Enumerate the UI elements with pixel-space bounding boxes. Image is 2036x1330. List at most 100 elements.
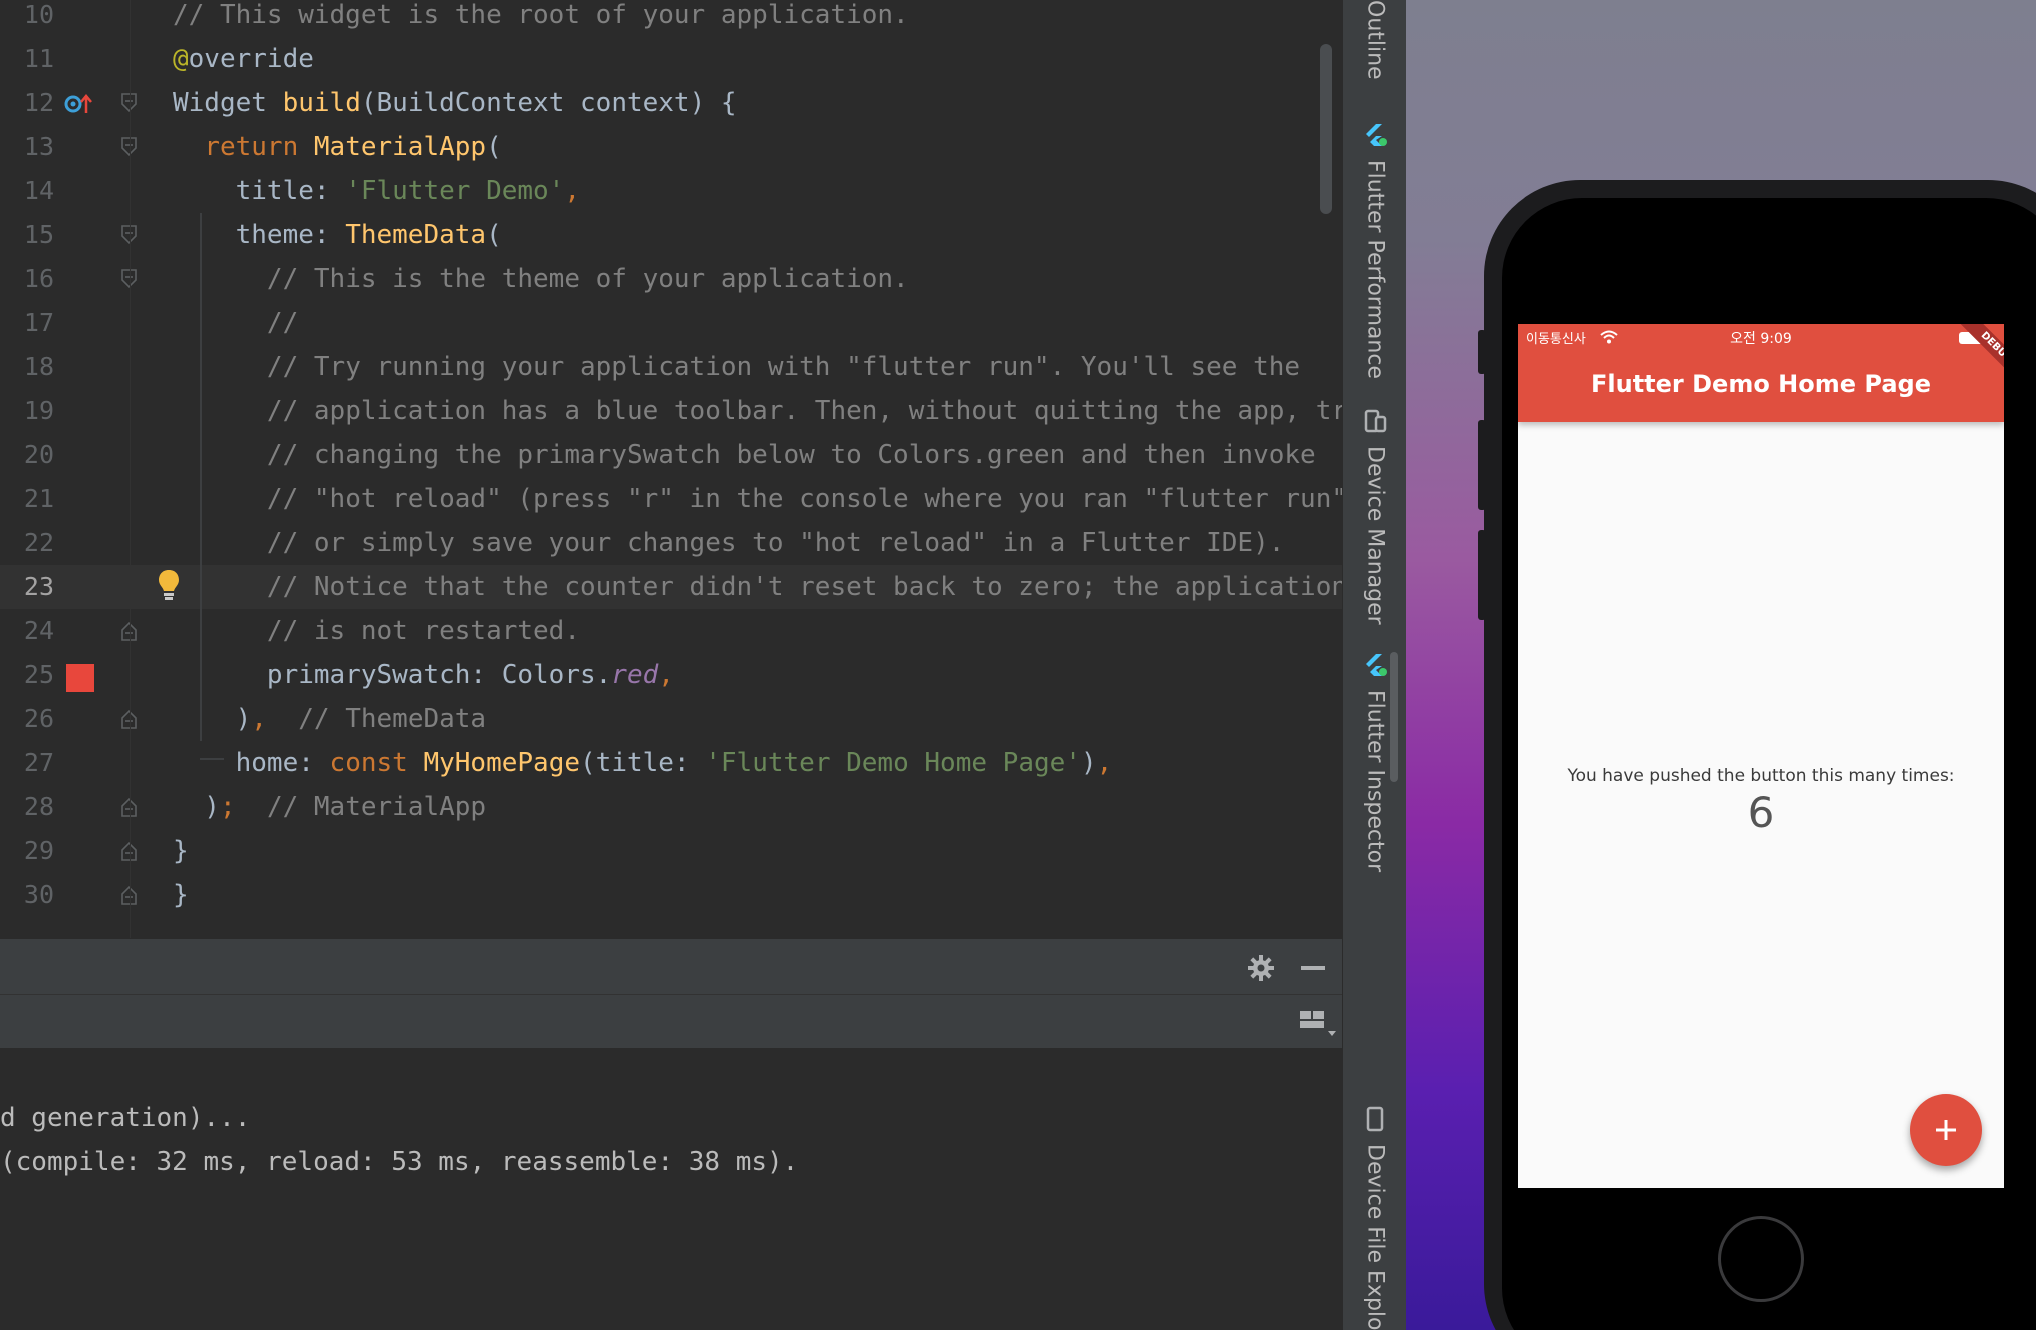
code-text: home: const MyHomePage(title: 'Flutter D… (173, 741, 1113, 785)
code-token: MyHomePage (423, 748, 581, 778)
code-token: , (251, 704, 267, 734)
code-token: (BuildContext context) { (360, 88, 737, 118)
counter-value: 6 (1747, 788, 1775, 837)
code-token: // is not restarted. (266, 616, 580, 646)
code-token: MaterialApp (313, 132, 487, 162)
editor-scrollbar[interactable] (1320, 44, 1332, 214)
console-output[interactable]: d generation)... (compile: 32 ms, reload… (0, 1048, 1342, 1330)
code-token: 'Flutter Demo Home Page' (705, 748, 1081, 778)
line-number: 19 (23, 396, 54, 425)
code-token: // "hot reload" (press "r" in the consol… (266, 484, 1342, 514)
code-line[interactable]: 29} (0, 829, 1342, 873)
tool-tab-flutter-performance[interactable]: Flutter Performance (1343, 122, 1407, 379)
line-number: 24 (23, 616, 54, 645)
fold-marker-icon[interactable] (120, 884, 138, 906)
fold-marker-icon[interactable] (120, 708, 138, 730)
code-token: primarySwatch: Colors. (173, 660, 612, 690)
line-number: 17 (23, 308, 54, 337)
home-button[interactable] (1718, 1216, 1804, 1302)
app-screen: 이동통신사 오전 9:09 Flutter Demo Home Page DEB… (1518, 324, 2004, 1188)
fold-marker-icon[interactable] (120, 840, 138, 862)
code-text: // changing the primarySwatch below to C… (173, 433, 1316, 477)
code-token: (title: (580, 748, 706, 778)
gutter-divider (130, 0, 131, 938)
code-text: title: 'Flutter Demo', (173, 169, 580, 213)
fold-marker-icon[interactable] (120, 620, 138, 642)
tool-tab-label: Device Manager (1362, 446, 1388, 625)
tool-strip-scrollbar[interactable] (1390, 652, 1398, 782)
code-text: // Notice that the counter didn't reset … (173, 565, 1342, 609)
code-text: } (173, 829, 189, 873)
lightbulb-icon[interactable] (157, 568, 181, 602)
code-text: ); // MaterialApp (173, 785, 486, 829)
line-number: 14 (23, 176, 54, 205)
code-text: // (173, 301, 298, 345)
code-token: ( (486, 220, 502, 250)
code-text: @override (173, 37, 314, 81)
tool-tab-outline[interactable]: Outline (1343, 0, 1407, 80)
code-token: // changing the primarySwatch below to C… (266, 440, 1316, 470)
code-text: ), // ThemeData (173, 697, 486, 741)
code-token: ; (219, 792, 236, 822)
code-token: // Try running your application with "fl… (266, 352, 1301, 382)
fold-marker-icon[interactable] (120, 224, 138, 246)
color-swatch-icon[interactable] (66, 664, 94, 692)
code-token: 'Flutter Demo' (345, 176, 565, 206)
code-text: // or simply save your changes to "hot r… (173, 521, 1284, 565)
code-token: @ (173, 44, 189, 74)
fold-marker-icon[interactable] (120, 92, 138, 114)
code-token: // Notice that the counter didn't reset … (266, 572, 1342, 602)
tool-window-header (0, 938, 1342, 994)
code-line[interactable]: 28 ); // MaterialApp (0, 785, 1342, 829)
fold-marker-icon[interactable] (120, 136, 138, 158)
code-text: // This widget is the root of your appli… (173, 0, 909, 37)
code-token: // application has a blue toolbar. Then,… (266, 396, 1342, 426)
line-number: 16 (23, 264, 54, 293)
line-number: 25 (23, 660, 54, 689)
code-token: home: (173, 748, 330, 778)
code-line[interactable]: 30} (0, 873, 1342, 917)
code-line[interactable]: 10 // This widget is the root of your app… (0, 0, 1342, 37)
code-line[interactable]: 27 home: const MyHomePage(title: 'Flutte… (0, 741, 1342, 785)
code-text: primarySwatch: Colors.red, (173, 653, 674, 697)
code-editor[interactable]: 10 // This widget is the root of your app… (0, 0, 1342, 938)
fold-marker-icon[interactable] (120, 796, 138, 818)
layout-options-icon[interactable] (1298, 1005, 1338, 1041)
tool-tab-label: Flutter Inspector (1362, 690, 1388, 873)
tool-tab-device-file-explorer[interactable]: Device File Explore (1343, 1106, 1407, 1330)
fold-marker-icon[interactable] (120, 268, 138, 290)
code-token: // This is the theme of your application… (266, 264, 909, 294)
code-token: theme: (173, 220, 346, 250)
code-line[interactable]: 14 title: 'Flutter Demo', (0, 169, 1342, 213)
minimize-icon[interactable] (1298, 953, 1328, 983)
tool-tab-device-manager[interactable]: Device Manager (1343, 408, 1407, 625)
tool-tab-label: Flutter Performance (1362, 160, 1388, 379)
code-token: Widget (173, 88, 283, 118)
code-line[interactable]: 12 Widget build(BuildContext context) { (0, 81, 1342, 125)
code-token: ) (173, 792, 220, 822)
increment-fab-button[interactable] (1910, 1094, 1982, 1166)
code-text: // "hot reload" (press "r" in the consol… (173, 477, 1342, 521)
tool-tab-label: Outline (1362, 0, 1388, 80)
line-number: 29 (23, 836, 54, 865)
code-line[interactable]: 13 return MaterialApp( (0, 125, 1342, 169)
override-marker-icon[interactable] (64, 93, 94, 115)
code-line[interactable]: 11 @override (0, 37, 1342, 81)
code-token: , (564, 176, 580, 206)
line-number: 13 (23, 132, 54, 161)
tool-window-toolbar (0, 994, 1342, 1048)
code-token: ( (486, 132, 502, 162)
plus-icon (1936, 1120, 1956, 1140)
gear-icon[interactable] (1246, 953, 1276, 983)
indent-guide (200, 213, 202, 741)
code-token: // ThemeData (298, 704, 487, 734)
code-token: red (611, 660, 659, 690)
